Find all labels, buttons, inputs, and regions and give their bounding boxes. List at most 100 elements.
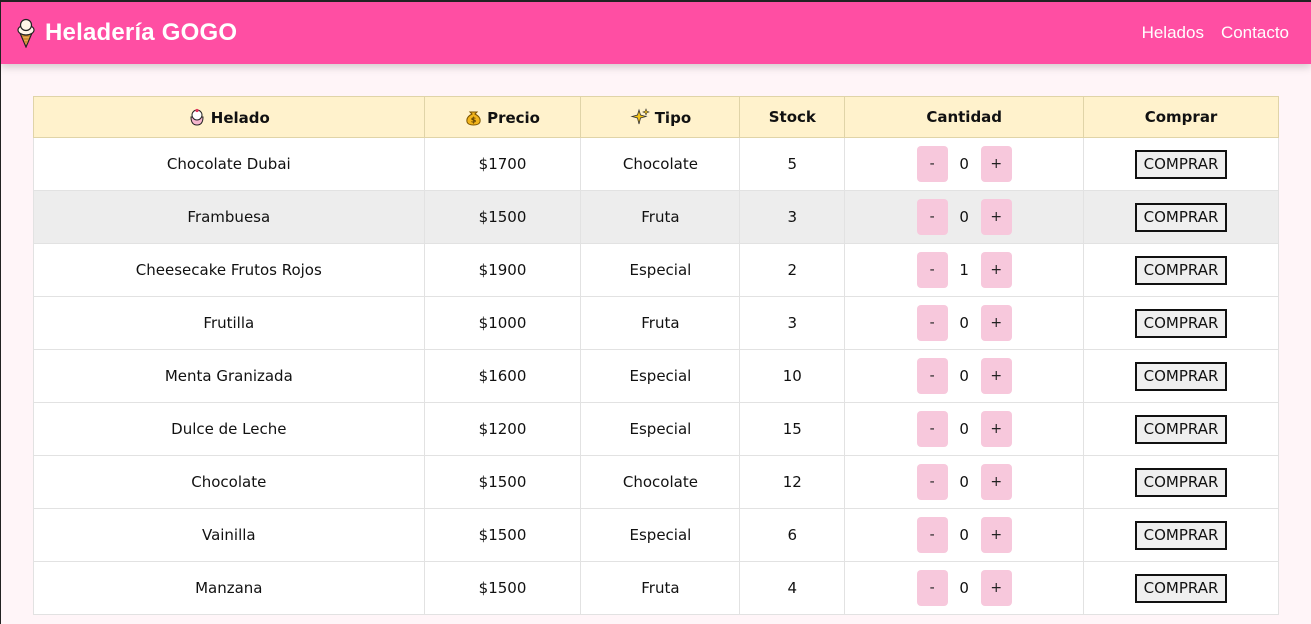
quantity-value: 0 <box>959 367 969 385</box>
buy-button[interactable]: COMPRAR <box>1134 467 1228 497</box>
quantity-value: 0 <box>959 155 969 173</box>
table-row: Manzana $1500 Fruta 4 -0 + COMPRAR <box>33 561 1279 615</box>
table-row: Cheesecake Frutos Rojos $1900 Especial 2 -1 +… <box>33 243 1279 297</box>
price-cell: $1600 <box>423 349 582 403</box>
increment-button[interactable]: + <box>980 305 1012 341</box>
stock-cell: 3 <box>739 190 846 244</box>
stock-cell: 10 <box>739 349 846 403</box>
quantity-value: 0 <box>959 526 969 544</box>
column-header-comprar: Comprar <box>1083 96 1279 138</box>
decrement-button[interactable]: - <box>916 411 948 447</box>
column-header-cantidad: Cantidad <box>844 96 1085 138</box>
column-header-label: Tipo <box>654 108 692 127</box>
quantity-stepper: -1 + <box>916 252 1012 288</box>
increment-button[interactable]: + <box>980 199 1012 235</box>
quantity-stepper: -0 + <box>916 146 1012 182</box>
decrement-button[interactable]: - <box>916 570 948 606</box>
buy-button[interactable]: COMPRAR <box>1134 414 1228 444</box>
decrement-button[interactable]: - <box>916 146 948 182</box>
increment-button[interactable]: + <box>980 517 1012 553</box>
money-bag-icon: $ <box>466 111 481 126</box>
main-nav: Helados Contacto <box>1142 23 1289 43</box>
price-cell: $1700 <box>423 137 582 191</box>
buy-cell: COMPRAR <box>1083 243 1279 297</box>
type-cell: Fruta <box>580 190 741 244</box>
quantity-cell: -0 + <box>844 296 1085 350</box>
quantity-cell: -0 + <box>844 190 1085 244</box>
quantity-value: 0 <box>959 420 969 438</box>
decrement-button[interactable]: - <box>916 252 948 288</box>
decrement-button[interactable]: - <box>916 358 948 394</box>
type-cell: Fruta <box>580 561 741 615</box>
increment-button[interactable]: + <box>980 358 1012 394</box>
column-header-stock: Stock <box>739 96 846 138</box>
quantity-value: 0 <box>959 579 969 597</box>
ice-cream-scoop-icon <box>190 108 204 126</box>
type-cell: Chocolate <box>580 137 741 191</box>
stock-cell: 4 <box>739 561 846 615</box>
buy-button[interactable]: COMPRAR <box>1134 520 1228 550</box>
app-window: Heladería GOGO Helados Contacto Helado $… <box>0 0 1311 624</box>
decrement-button[interactable]: - <box>916 199 948 235</box>
decrement-button[interactable]: - <box>916 464 948 500</box>
main-content: Helado $ Precio Tipo Stock Cantidad Comp… <box>1 64 1311 615</box>
price-cell: $1200 <box>423 402 582 456</box>
price-cell: $1900 <box>423 243 582 297</box>
brand[interactable]: Heladería GOGO <box>15 18 237 48</box>
buy-button[interactable]: COMPRAR <box>1134 361 1228 391</box>
flavor-name-cell: Manzana <box>33 561 425 615</box>
quantity-cell: -0 + <box>844 349 1085 403</box>
buy-button[interactable]: COMPRAR <box>1134 308 1228 338</box>
buy-button[interactable]: COMPRAR <box>1134 573 1228 603</box>
quantity-cell: -0 + <box>844 455 1085 509</box>
increment-button[interactable]: + <box>980 464 1012 500</box>
price-cell: $1500 <box>423 190 582 244</box>
decrement-button[interactable]: - <box>916 517 948 553</box>
quantity-value: 0 <box>959 314 969 332</box>
column-header-precio: $ Precio <box>423 96 582 138</box>
quantity-stepper: -0 + <box>916 570 1012 606</box>
table-row: Menta Granizada $1600 Especial 10 -0 + COMPRAR <box>33 349 1279 403</box>
buy-button[interactable]: COMPRAR <box>1134 255 1228 285</box>
stock-cell: 5 <box>739 137 846 191</box>
price-cell: $1500 <box>423 508 582 562</box>
buy-button[interactable]: COMPRAR <box>1134 202 1228 232</box>
table-row: Chocolate $1500 Chocolate 12-0 + COMPRAR <box>33 455 1279 509</box>
svg-text:$: $ <box>471 115 477 124</box>
quantity-stepper: -0 + <box>916 464 1012 500</box>
flavor-name-cell: Chocolate <box>33 455 425 509</box>
buy-cell: COMPRAR <box>1083 402 1279 456</box>
buy-button[interactable]: COMPRAR <box>1134 149 1228 179</box>
buy-cell: COMPRAR <box>1083 561 1279 615</box>
stock-cell: 6 <box>739 508 846 562</box>
brand-title: Heladería GOGO <box>45 19 238 46</box>
price-cell: $1000 <box>423 296 582 350</box>
table-row: Frutilla $1000 Fruta 3 -0 + COMPRAR <box>33 296 1279 350</box>
buy-cell: COMPRAR <box>1083 190 1279 244</box>
buy-cell: COMPRAR <box>1083 349 1279 403</box>
flavor-name-cell: Chocolate Dubai <box>33 137 425 191</box>
nav-link-helados[interactable]: Helados <box>1142 23 1204 43</box>
increment-button[interactable]: + <box>980 146 1012 182</box>
column-header-helado: Helado <box>33 96 425 138</box>
nav-link-contacto[interactable]: Contacto <box>1221 23 1289 43</box>
column-header-label: Helado <box>210 108 270 127</box>
quantity-cell: -0 + <box>844 508 1085 562</box>
quantity-stepper: -0 + <box>916 305 1012 341</box>
increment-button[interactable]: + <box>980 570 1012 606</box>
flavor-name-cell: Frutilla <box>33 296 425 350</box>
flavor-name-cell: Cheesecake Frutos Rojos <box>33 243 425 297</box>
sparkles-icon <box>630 107 650 124</box>
ice-cream-table: Helado $ Precio Tipo Stock Cantidad Comp… <box>33 96 1279 615</box>
decrement-button[interactable]: - <box>916 305 948 341</box>
quantity-value: 0 <box>959 208 969 226</box>
quantity-cell: -1 + <box>844 243 1085 297</box>
increment-button[interactable]: + <box>980 252 1012 288</box>
type-cell: Chocolate <box>580 455 741 509</box>
quantity-stepper: -0 + <box>916 517 1012 553</box>
price-cell: $1500 <box>423 561 582 615</box>
increment-button[interactable]: + <box>980 411 1012 447</box>
stock-cell: 2 <box>739 243 846 297</box>
quantity-stepper: -0 + <box>916 411 1012 447</box>
quantity-value: 0 <box>959 473 969 491</box>
